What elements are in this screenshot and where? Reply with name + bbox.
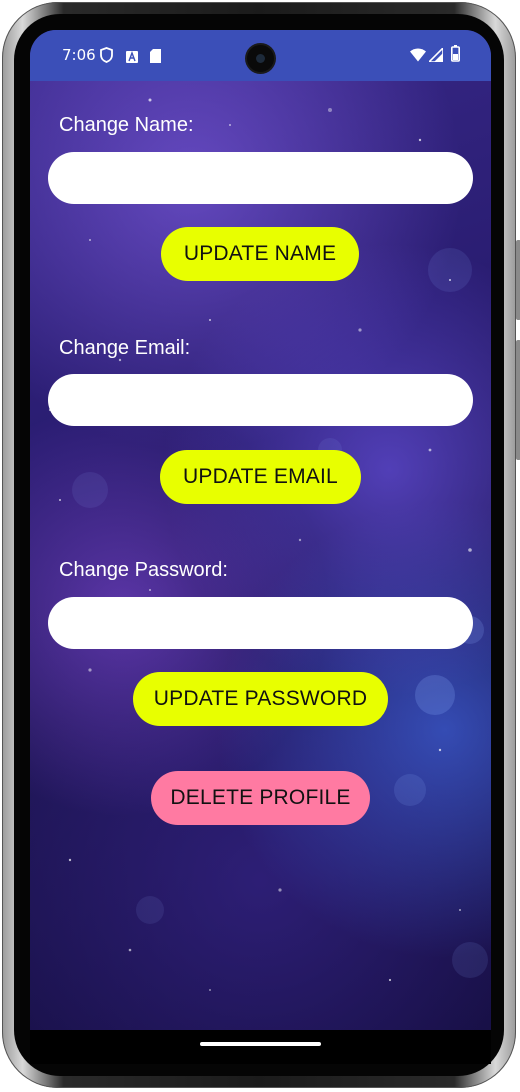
shield-icon [100, 47, 113, 67]
status-bar: 7:06 [30, 30, 491, 81]
status-time: 7:06 [62, 46, 96, 64]
home-gesture-handle[interactable] [200, 1042, 321, 1046]
front-camera [247, 45, 274, 72]
update-name-button[interactable]: UPDATE NAME [161, 227, 359, 281]
update-email-button[interactable]: UPDATE EMAIL [160, 450, 361, 504]
battery-icon [451, 45, 461, 66]
update-password-button[interactable]: UPDATE PASSWORD [133, 672, 388, 726]
sd-card-icon [150, 48, 161, 67]
cell-signal-icon [427, 46, 444, 66]
email-input[interactable] [48, 374, 473, 426]
volume-button [516, 340, 520, 460]
name-input[interactable] [48, 152, 473, 204]
change-password-label: Change Password: [59, 559, 228, 581]
font-a-icon [126, 48, 138, 67]
change-email-label: Change Email: [59, 337, 191, 359]
delete-profile-button[interactable]: DELETE PROFILE [151, 771, 370, 825]
password-input[interactable] [48, 597, 473, 649]
power-button [516, 240, 520, 320]
wifi-icon [410, 47, 426, 66]
change-name-label: Change Name: [59, 114, 194, 136]
app-screen: 7:06 Change Name: UPDATE NAME Change Ema… [30, 30, 491, 1030]
navigation-bar [30, 1030, 491, 1064]
